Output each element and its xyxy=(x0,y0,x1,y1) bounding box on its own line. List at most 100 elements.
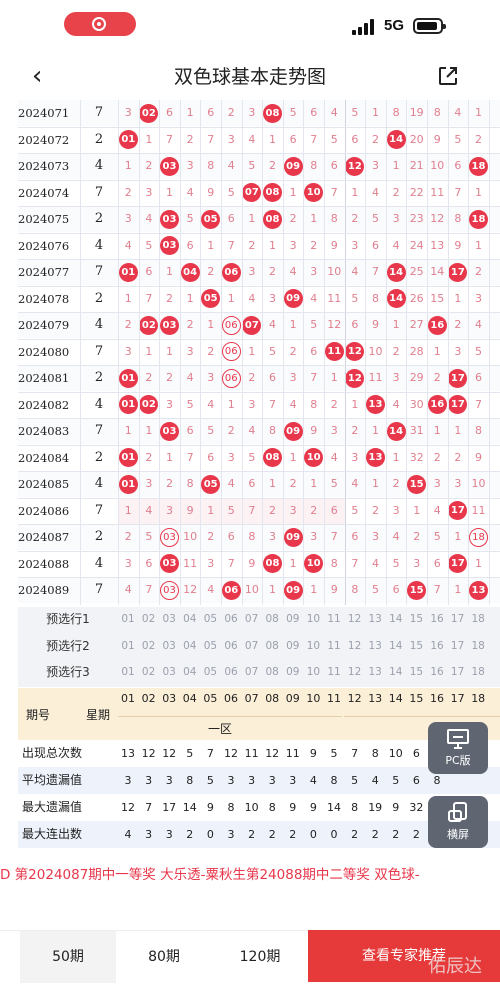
miss-cell: 1 xyxy=(165,344,173,358)
preselect-number[interactable]: 17 xyxy=(448,634,468,659)
preselect-number[interactable]: 09 xyxy=(283,607,303,632)
miss-cell: 2 xyxy=(371,503,379,517)
preselect-number[interactable]: 02 xyxy=(139,607,159,632)
preselect-number[interactable]: 07 xyxy=(242,634,262,659)
preselect-number[interactable]: 06 xyxy=(221,634,241,659)
preselect-number[interactable]: 08 xyxy=(262,607,282,632)
preselect-number[interactable]: 13 xyxy=(365,634,385,659)
number-ball: 16 xyxy=(427,395,447,414)
preselect-number[interactable]: 14 xyxy=(386,634,406,659)
number-ball: 06 xyxy=(221,368,241,388)
preselect-number[interactable]: 10 xyxy=(303,607,323,632)
preselect-number[interactable]: 16 xyxy=(427,660,447,685)
preselect-number[interactable]: 17 xyxy=(448,660,468,685)
preselect-number[interactable]: 09 xyxy=(283,634,303,659)
preselect-number[interactable]: 13 xyxy=(365,607,385,632)
hit-cell: 14 xyxy=(386,127,407,153)
screen-recording-indicator[interactable] xyxy=(64,12,136,36)
miss-cell: 2 xyxy=(165,477,173,490)
preselect-number[interactable]: 14 xyxy=(386,660,406,685)
hit-cell: 02 xyxy=(139,392,160,418)
preselect-number[interactable]: 06 xyxy=(221,660,241,685)
preselect-number[interactable]: 01 xyxy=(118,607,138,632)
miss-cell: 6 xyxy=(310,106,318,119)
preselect-number[interactable]: 15 xyxy=(406,660,426,685)
preselect-number[interactable]: 15 xyxy=(406,634,426,659)
miss-cell: 11 xyxy=(368,371,383,384)
preselect-number[interactable]: 07 xyxy=(242,660,262,685)
miss-cell: 4 xyxy=(145,503,153,517)
landscape-button[interactable]: 横屏 xyxy=(428,796,488,848)
preselect-number[interactable]: 16 xyxy=(427,634,447,659)
preselect-number[interactable]: 05 xyxy=(200,634,220,659)
preselect-number[interactable]: 03 xyxy=(159,607,179,632)
preselect-number[interactable]: 08 xyxy=(262,634,282,659)
number-ball: 03 xyxy=(159,580,179,600)
preselect-number[interactable]: 14 xyxy=(386,607,406,632)
stats-value: 8 xyxy=(227,801,235,814)
preselect-row[interactable]: 预选行1 01 02 03 04 05 06 07 08 09 10 11 12 13 14 15 16 17 18 xyxy=(18,607,500,632)
number-ball: 08 xyxy=(262,209,282,229)
preselect-number[interactable]: 12 xyxy=(345,607,365,632)
preselect-number[interactable]: 04 xyxy=(180,660,200,685)
preselect-number[interactable]: 07 xyxy=(242,607,262,632)
preselect-number[interactable]: 10 xyxy=(303,634,323,659)
preselect-number[interactable]: 13 xyxy=(365,660,385,685)
preselect-number[interactable]: 10 xyxy=(303,660,323,685)
miss-cell: 10 xyxy=(430,159,445,172)
hit-cell: 08 xyxy=(262,100,283,126)
preselect-number[interactable]: 08 xyxy=(262,660,282,685)
miss-cell: 7 xyxy=(186,450,194,464)
miss-cell: 3 xyxy=(310,530,318,543)
miss-cell: 1 xyxy=(289,185,297,199)
miss-cell: 4 xyxy=(248,291,256,305)
tab-120[interactable]: 120期 xyxy=(212,931,308,983)
preselect-number[interactable]: 06 xyxy=(221,607,241,632)
news-ticker[interactable]: D 第2024087期中一等奖 大乐透-粟秋生第24088期中二等奖 双色球- xyxy=(0,860,500,890)
preselect-number[interactable]: 11 xyxy=(324,660,344,685)
preselect-number[interactable]: 17 xyxy=(448,607,468,632)
preselect-number[interactable]: 18 xyxy=(468,660,488,685)
preselect-number[interactable]: 01 xyxy=(118,660,138,685)
tab-80[interactable]: 80期 xyxy=(116,931,212,983)
preselect-number[interactable]: 15 xyxy=(406,607,426,632)
trend-grid[interactable]: 2024071 7 3 02 6 1 6 2 3 08 5 6 4 5 1 8 19 8 4 1 2024072 2 01 1… xyxy=(18,100,500,605)
preselect-number[interactable]: 12 xyxy=(345,660,365,685)
number-ball: 08 xyxy=(262,103,282,123)
tab-50[interactable]: 50期 xyxy=(20,931,116,983)
preselect-number[interactable]: 03 xyxy=(159,660,179,685)
preselect-number[interactable]: 02 xyxy=(139,634,159,659)
preselect-number[interactable]: 04 xyxy=(180,607,200,632)
miss-cell: 9 xyxy=(474,450,482,464)
share-icon[interactable] xyxy=(436,64,460,88)
preselect-number[interactable]: 09 xyxy=(283,660,303,685)
miss-cell: 5 xyxy=(330,132,338,146)
pc-version-button[interactable]: PC版 xyxy=(428,722,488,774)
preselect-row[interactable]: 预选行2 01 02 03 04 05 06 07 08 09 10 11 12 13 14 15 16 17 18 xyxy=(18,634,500,659)
preselect-number[interactable]: 05 xyxy=(200,660,220,685)
preselect-number[interactable]: 16 xyxy=(427,607,447,632)
stats-value: 3 xyxy=(248,774,256,787)
preselect-number[interactable]: 11 xyxy=(324,634,344,659)
stats-value: 2 xyxy=(351,828,359,841)
preselect-number[interactable]: 12 xyxy=(345,634,365,659)
preselect-number[interactable]: 01 xyxy=(118,634,138,659)
preselect-number[interactable]: 03 xyxy=(159,634,179,659)
number-ball: 12 xyxy=(345,368,365,388)
preselect-number[interactable]: 11 xyxy=(324,607,344,632)
miss-cell: 10 xyxy=(368,344,383,358)
stats-value: 9 xyxy=(309,747,317,760)
miss-cell: 3 xyxy=(186,159,194,172)
preselect-row[interactable]: 预选行3 01 02 03 04 05 06 07 08 09 10 11 12 13 14 15 16 17 18 xyxy=(18,660,500,685)
preselect-number[interactable]: 04 xyxy=(180,634,200,659)
preselect-number[interactable]: 18 xyxy=(468,607,488,632)
miss-cell: 5 xyxy=(371,583,379,596)
preselect-number[interactable]: 05 xyxy=(200,607,220,632)
number-ball: 14 xyxy=(386,130,406,149)
hit-cell: 12 xyxy=(345,153,366,179)
preselect-number[interactable]: 02 xyxy=(139,660,159,685)
preselect-area: 预选行1 01 02 03 04 05 06 07 08 09 10 11 12 13 14 15 16 17 18… xyxy=(18,607,500,687)
miss-cell: 1 xyxy=(268,583,276,596)
preselect-number[interactable]: 18 xyxy=(468,634,488,659)
miss-cell: 8 xyxy=(186,477,194,490)
